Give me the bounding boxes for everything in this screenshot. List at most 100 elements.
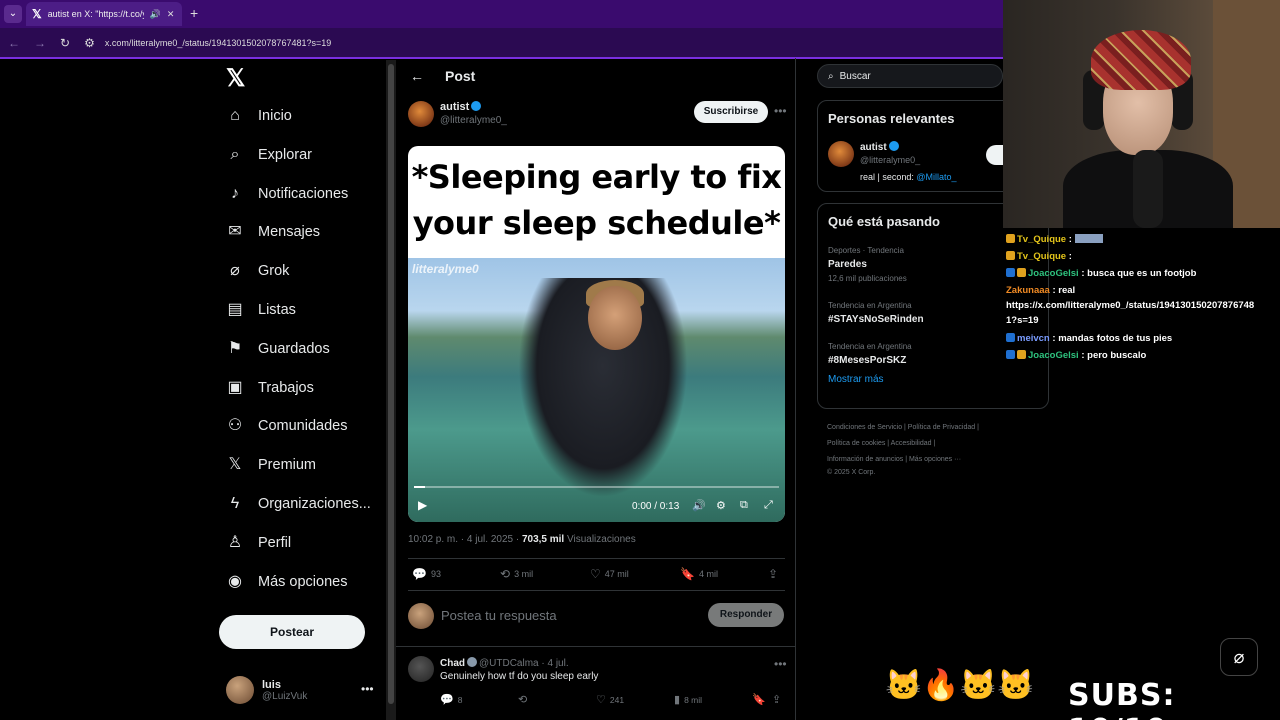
comment-avatar[interactable] — [408, 656, 434, 682]
like-action[interactable]: ♡ 47 mil — [590, 567, 629, 581]
browser-tab-bar: ⌄ 𝕏 autist en X: "https://t.co/yn 🔊 ✕ + — [0, 0, 1003, 28]
x-logo-icon[interactable]: 𝕏 — [226, 64, 245, 93]
comment-views-action[interactable]: ▮ 8 mil — [674, 693, 702, 706]
back-arrow-icon[interactable]: ← — [410, 68, 424, 84]
webcam-microphone — [1133, 150, 1163, 228]
chat-message: Zakunaaa : real — [1006, 285, 1075, 296]
relevant-bio-link[interactable]: @Millato_ — [916, 172, 956, 182]
subscribe-button[interactable]: Suscribirse — [694, 101, 768, 123]
sidebar-item-comunidades[interactable]: ⚇ Comunidades — [226, 411, 348, 441]
reply-button[interactable]: Responder — [708, 603, 784, 627]
share-action[interactable]: ⇪ — [768, 567, 778, 581]
view-label: Visualizaciones — [567, 534, 636, 545]
account-switcher[interactable]: luis @LuizVuk ••• — [226, 676, 374, 704]
video-progress-bar[interactable] — [414, 486, 779, 488]
pip-icon[interactable]: ⧉ — [740, 499, 748, 512]
chat-username[interactable]: Tv_Quique — [1017, 251, 1066, 262]
verified-badge-icon — [471, 101, 482, 111]
forward-icon[interactable]: → — [34, 36, 46, 50]
footer-line[interactable]: Información de anuncios | Más opciones ·… — [827, 456, 961, 463]
sidebar-item-perfil[interactable]: ♙ Perfil — [226, 528, 291, 558]
trend-item[interactable]: Tendencia en Argentina #8MesesPorSKZ — [828, 342, 912, 366]
sidebar-item-inicio[interactable]: ⌂ Inicio — [226, 101, 292, 131]
sidebar-item-explorar[interactable]: ⌕ Explorar — [226, 140, 312, 170]
bookmark-action[interactable]: 🔖 4 mil — [680, 567, 718, 581]
reply-input[interactable]: Postea tu respuesta — [441, 608, 557, 623]
post-more-icon[interactable]: ••• — [774, 104, 787, 118]
comment-share-action[interactable]: ⇪ — [772, 693, 781, 706]
chat-badge-icon — [1017, 350, 1026, 359]
sidebar-item-más-opciones[interactable]: ◉ Más opciones — [226, 567, 347, 597]
volume-icon[interactable]: 🔊 — [692, 499, 706, 512]
chat-message: Tv_Quique : — [1006, 234, 1103, 245]
tab-list-button[interactable]: ⌄ — [4, 5, 22, 23]
new-tab-button[interactable]: + — [190, 5, 198, 21]
people-icon: ⚇ — [227, 417, 243, 435]
tab-title: autist en X: "https://t.co/yn — [47, 9, 144, 19]
sidebar-item-label: Mensajes — [258, 224, 321, 241]
search-input[interactable]: ⌕ Buscar — [817, 64, 1003, 88]
settings-icon[interactable]: ⚙ — [716, 499, 726, 512]
repost-action[interactable]: ⟲ 3 mil — [500, 567, 533, 581]
chat-username[interactable]: meivcn — [1017, 333, 1050, 344]
reply-icon: 💬 — [440, 694, 454, 706]
avatar — [226, 676, 254, 704]
bookmark-count: 4 mil — [698, 569, 718, 579]
comment-bookmark-action[interactable]: 🔖 — [752, 693, 766, 706]
chat-username[interactable]: Zakunaaa — [1006, 285, 1050, 296]
sidebar-item-notificaciones[interactable]: ♪ Notificaciones — [226, 179, 348, 209]
scrollbar-thumb[interactable] — [388, 64, 394, 704]
post-media[interactable]: *Sleeping early to fix your sleep schedu… — [408, 146, 785, 522]
comment-author[interactable]: Chad @UTDCalma · 4 jul. — [440, 657, 569, 669]
site-info-icon[interactable]: ⚙ — [84, 36, 95, 50]
sidebar-item-trabajos[interactable]: ▣ Trabajos — [226, 373, 313, 403]
relevant-avatar[interactable] — [828, 141, 854, 167]
browser-tab[interactable]: 𝕏 autist en X: "https://t.co/yn 🔊 ✕ — [26, 2, 182, 26]
audio-icon[interactable]: 🔊 — [150, 9, 161, 20]
close-tab-icon[interactable]: ✕ — [167, 9, 175, 20]
verified-badge-icon — [888, 141, 899, 151]
sidebar-item-label: Inicio — [258, 108, 292, 124]
grok-icon[interactable]: ⌀ — [1220, 638, 1258, 676]
post-button[interactable]: Postear — [219, 615, 365, 649]
url-field[interactable]: x.com/litteralyme0_/status/1941301502078… — [105, 38, 331, 48]
page-title: Post — [445, 68, 476, 84]
back-icon[interactable]: ← — [8, 36, 20, 50]
footer-line[interactable]: Política de cookies | Accesibilidad | — [827, 440, 935, 447]
footer-line[interactable]: Condiciones de Servicio | Política de Pr… — [827, 424, 979, 431]
fullscreen-icon[interactable]: ⤢ — [764, 499, 773, 512]
show-more-link[interactable]: Mostrar más — [828, 374, 884, 385]
chat-username[interactable]: JoacoGelsi — [1028, 268, 1079, 279]
chat-badge-icon — [1006, 234, 1015, 243]
sidebar-item-label: Comunidades — [258, 418, 348, 435]
chat-username[interactable]: Tv_Quique — [1017, 234, 1066, 245]
comment-like-action[interactable]: ♡ 241 — [596, 693, 624, 706]
video-player[interactable]: litteralyme0 ▶ 0:00 / 0:13 🔊 ⚙ ⧉ ⤢ — [408, 258, 785, 522]
trend-item[interactable]: Deportes · Tendencia Paredes 12,6 mil pu… — [828, 246, 907, 283]
comment-reply-action[interactable]: 💬 8 — [440, 693, 462, 706]
sidebar-item-organizaciones[interactable]: ϟ Organizaciones... — [226, 489, 371, 519]
heart-icon: ♡ — [596, 694, 606, 706]
post-author-avatar[interactable] — [408, 101, 434, 127]
more-icon[interactable]: ••• — [361, 682, 374, 696]
post-author-name[interactable]: autist — [440, 101, 482, 113]
post-meta: 10:02 p. m. · 4 jul. 2025 · 703,5 mil Vi… — [408, 534, 636, 545]
post-timestamp[interactable]: 10:02 p. m. · 4 jul. 2025 · — [408, 534, 519, 545]
post-author-handle[interactable]: @litteralyme0_ — [440, 115, 507, 126]
trend-item[interactable]: Tendencia en Argentina #STAYsNoSeRinden — [828, 301, 924, 325]
sidebar-item-guardados[interactable]: ⚑ Guardados — [226, 334, 330, 364]
chat-username[interactable]: JoacoGelsi — [1028, 350, 1079, 361]
relevant-handle[interactable]: @litteralyme0_ — [860, 155, 920, 165]
comment-repost-action[interactable]: ⟲ — [518, 693, 527, 706]
sidebar-item-grok[interactable]: ⌀ Grok — [226, 256, 289, 286]
home-icon: ⌂ — [230, 107, 240, 124]
relevant-name[interactable]: autist — [860, 141, 899, 153]
comment-more-icon[interactable]: ••• — [774, 657, 787, 671]
play-icon[interactable]: ▶ — [418, 498, 427, 512]
sidebar-item-premium[interactable]: 𝕏 Premium — [226, 450, 316, 480]
reply-action[interactable]: 💬 93 — [412, 567, 441, 581]
sidebar-item-listas[interactable]: ▤ Listas — [226, 295, 295, 325]
repost-icon: ⟲ — [500, 567, 511, 581]
reload-icon[interactable]: ↻ — [60, 36, 70, 50]
sidebar-item-mensajes[interactable]: ✉ Mensajes — [226, 217, 320, 247]
